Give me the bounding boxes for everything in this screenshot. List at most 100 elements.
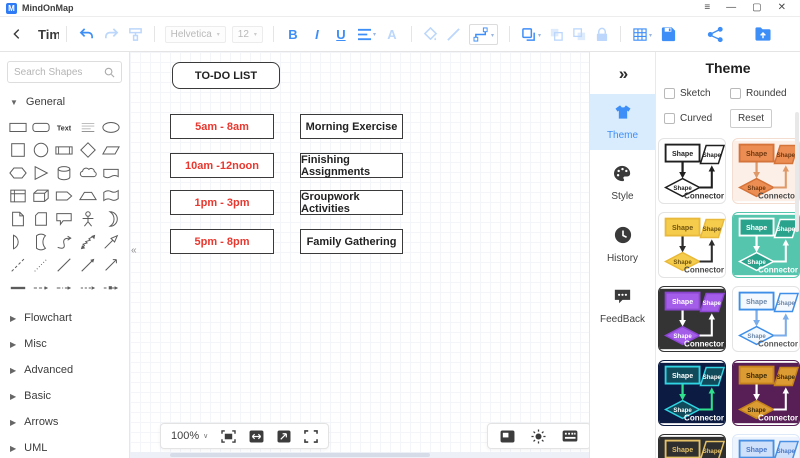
connector-type-icon[interactable]: ▾: [469, 24, 498, 45]
save-icon[interactable]: [660, 26, 677, 43]
theme-card-yellow[interactable]: Shape Shape Shape Connector: [658, 212, 726, 278]
shape-line[interactable]: [53, 255, 76, 274]
shape-dash-arrow[interactable]: [29, 278, 52, 297]
brightness-icon[interactable]: [531, 429, 546, 444]
shape-dash-dot-arrow[interactable]: [53, 278, 76, 297]
shape-double-arrow[interactable]: [76, 232, 99, 251]
export-folder-icon[interactable]: [754, 26, 772, 42]
sidebar-section-advanced[interactable]: ▶Advanced: [0, 357, 129, 383]
theme-card-plum-amber[interactable]: Shape Shape Shape Connector: [732, 360, 800, 426]
shape-cloud[interactable]: [76, 163, 99, 182]
shape-step[interactable]: [53, 186, 76, 205]
shape-actor[interactable]: [76, 209, 99, 228]
shape-dashed-arrow[interactable]: [76, 278, 99, 297]
shape-card[interactable]: [29, 209, 52, 228]
node-task[interactable]: Finishing Assignments: [300, 153, 403, 178]
fullscreen-icon[interactable]: [304, 430, 318, 443]
shape-rectangle[interactable]: [6, 117, 29, 136]
reset-button[interactable]: Reset: [730, 109, 772, 128]
sidebar-section-flowchart[interactable]: ▶Flowchart: [0, 305, 129, 331]
share-icon[interactable]: [707, 26, 724, 43]
node-time[interactable]: 5am - 8am: [170, 114, 274, 139]
minimap-icon[interactable]: [500, 430, 515, 443]
theme-card-light-blue[interactable]: Shape Shape Shape Connector: [732, 434, 800, 458]
scrollbar-thumb[interactable]: [170, 453, 430, 457]
shape-circle[interactable]: [29, 140, 52, 159]
search-shapes-box[interactable]: [7, 61, 122, 83]
checkbox-rounded[interactable]: Rounded: [730, 88, 796, 99]
shape-callout[interactable]: [53, 209, 76, 228]
text-align-icon[interactable]: ▾: [357, 28, 376, 41]
shape-document[interactable]: [6, 209, 29, 228]
format-painter-icon[interactable]: [128, 27, 143, 42]
shape-block-arrow[interactable]: [100, 232, 123, 251]
send-backward-icon[interactable]: [572, 27, 587, 42]
node-time[interactable]: 10am -12noon: [170, 153, 274, 178]
shortcut-keys-icon[interactable]: [562, 430, 578, 442]
shape-thin-arrow[interactable]: [100, 255, 123, 274]
checkbox-sketch[interactable]: Sketch: [664, 88, 730, 99]
theme-card-blue-outline[interactable]: Shape Shape Shape Connector: [732, 286, 800, 352]
theme-card-charcoal-purple[interactable]: Shape Shape Shape Connector: [658, 286, 726, 352]
node-todo-list[interactable]: TO-DO LIST: [172, 62, 280, 89]
checkbox-curved[interactable]: Curved: [664, 109, 730, 128]
sidebar-section-general[interactable]: ▼ General: [0, 89, 129, 115]
tab-feedback[interactable]: FeedBack: [590, 279, 655, 334]
minimize-icon[interactable]: —: [726, 3, 736, 13]
underline-icon[interactable]: U: [333, 27, 349, 42]
fill-color-icon[interactable]: [423, 27, 438, 42]
font-size-select[interactable]: 12▾: [232, 26, 263, 43]
document-title[interactable]: Time ...: [38, 27, 59, 42]
shape-parallelogram[interactable]: [100, 140, 123, 159]
maximize-icon[interactable]: ▢: [752, 3, 761, 13]
theme-card-teal[interactable]: Shape Shape Shape Connector: [732, 212, 800, 278]
line-style-icon[interactable]: [446, 27, 461, 42]
shape-square-arrow[interactable]: [100, 278, 123, 297]
node-task[interactable]: Family Gathering: [300, 229, 403, 254]
shape-trapezoid[interactable]: [76, 186, 99, 205]
theme-card-charcoal-gold[interactable]: Shape Shape Shape Connector: [658, 434, 726, 458]
shape-concave[interactable]: [29, 232, 52, 251]
grid-icon[interactable]: ▾: [632, 27, 652, 42]
shape-semicircle[interactable]: [6, 232, 29, 251]
node-task[interactable]: Morning Exercise: [300, 114, 403, 139]
collapse-panel-icon[interactable]: »: [590, 52, 655, 94]
sidebar-section-uml[interactable]: ▶UML: [0, 435, 129, 458]
shape-arrow-line[interactable]: [76, 255, 99, 274]
shape-triangle[interactable]: [29, 163, 52, 182]
shape-dotted-line[interactable]: [29, 255, 52, 274]
undo-icon[interactable]: [78, 27, 95, 42]
shape-flag[interactable]: [100, 186, 123, 205]
close-icon[interactable]: ✕: [778, 3, 786, 13]
theme-card-classic[interactable]: Shape Shape Shape Connector: [658, 138, 726, 204]
bring-forward-icon[interactable]: [549, 27, 564, 42]
redo-icon[interactable]: [103, 27, 120, 42]
shape-crescent[interactable]: [100, 209, 123, 228]
shape-square[interactable]: [6, 140, 29, 159]
tab-theme[interactable]: Theme: [590, 94, 655, 150]
font-family-select[interactable]: Helvetica▾: [165, 26, 226, 43]
shape-hexagon[interactable]: [6, 163, 29, 182]
tab-style[interactable]: Style: [590, 156, 655, 211]
sidebar-section-misc[interactable]: ▶Misc: [0, 331, 129, 357]
shape-dashed-line[interactable]: [6, 255, 29, 274]
node-time[interactable]: 5pm - 8pm: [170, 229, 274, 254]
shape-text[interactable]: Text: [53, 117, 76, 136]
fit-selection-icon[interactable]: [221, 430, 236, 443]
shape-cube[interactable]: [29, 186, 52, 205]
vertical-scrollbar[interactable]: [795, 112, 799, 232]
bold-icon[interactable]: B: [285, 27, 301, 42]
font-color-icon[interactable]: A: [384, 27, 400, 42]
node-task[interactable]: Groupwork Activities: [300, 190, 403, 215]
shape-ellipse[interactable]: [100, 117, 123, 136]
node-time[interactable]: 1pm - 3pm: [170, 190, 274, 215]
italic-icon[interactable]: I: [309, 27, 325, 42]
theme-card-orange[interactable]: Shape Shape Shape Connector: [732, 138, 800, 204]
theme-card-navy-cyan[interactable]: Shape Shape Shape Connector: [658, 360, 726, 426]
fit-page-icon[interactable]: [277, 430, 291, 443]
shape-curve-arrow[interactable]: [53, 232, 76, 251]
shape-textbox[interactable]: [76, 117, 99, 136]
lock-icon[interactable]: [595, 27, 609, 42]
diagram-canvas[interactable]: « TO-DO LIST 5am - 8amMorning Exercise10…: [130, 52, 590, 458]
shape-internal-storage[interactable]: [6, 186, 29, 205]
